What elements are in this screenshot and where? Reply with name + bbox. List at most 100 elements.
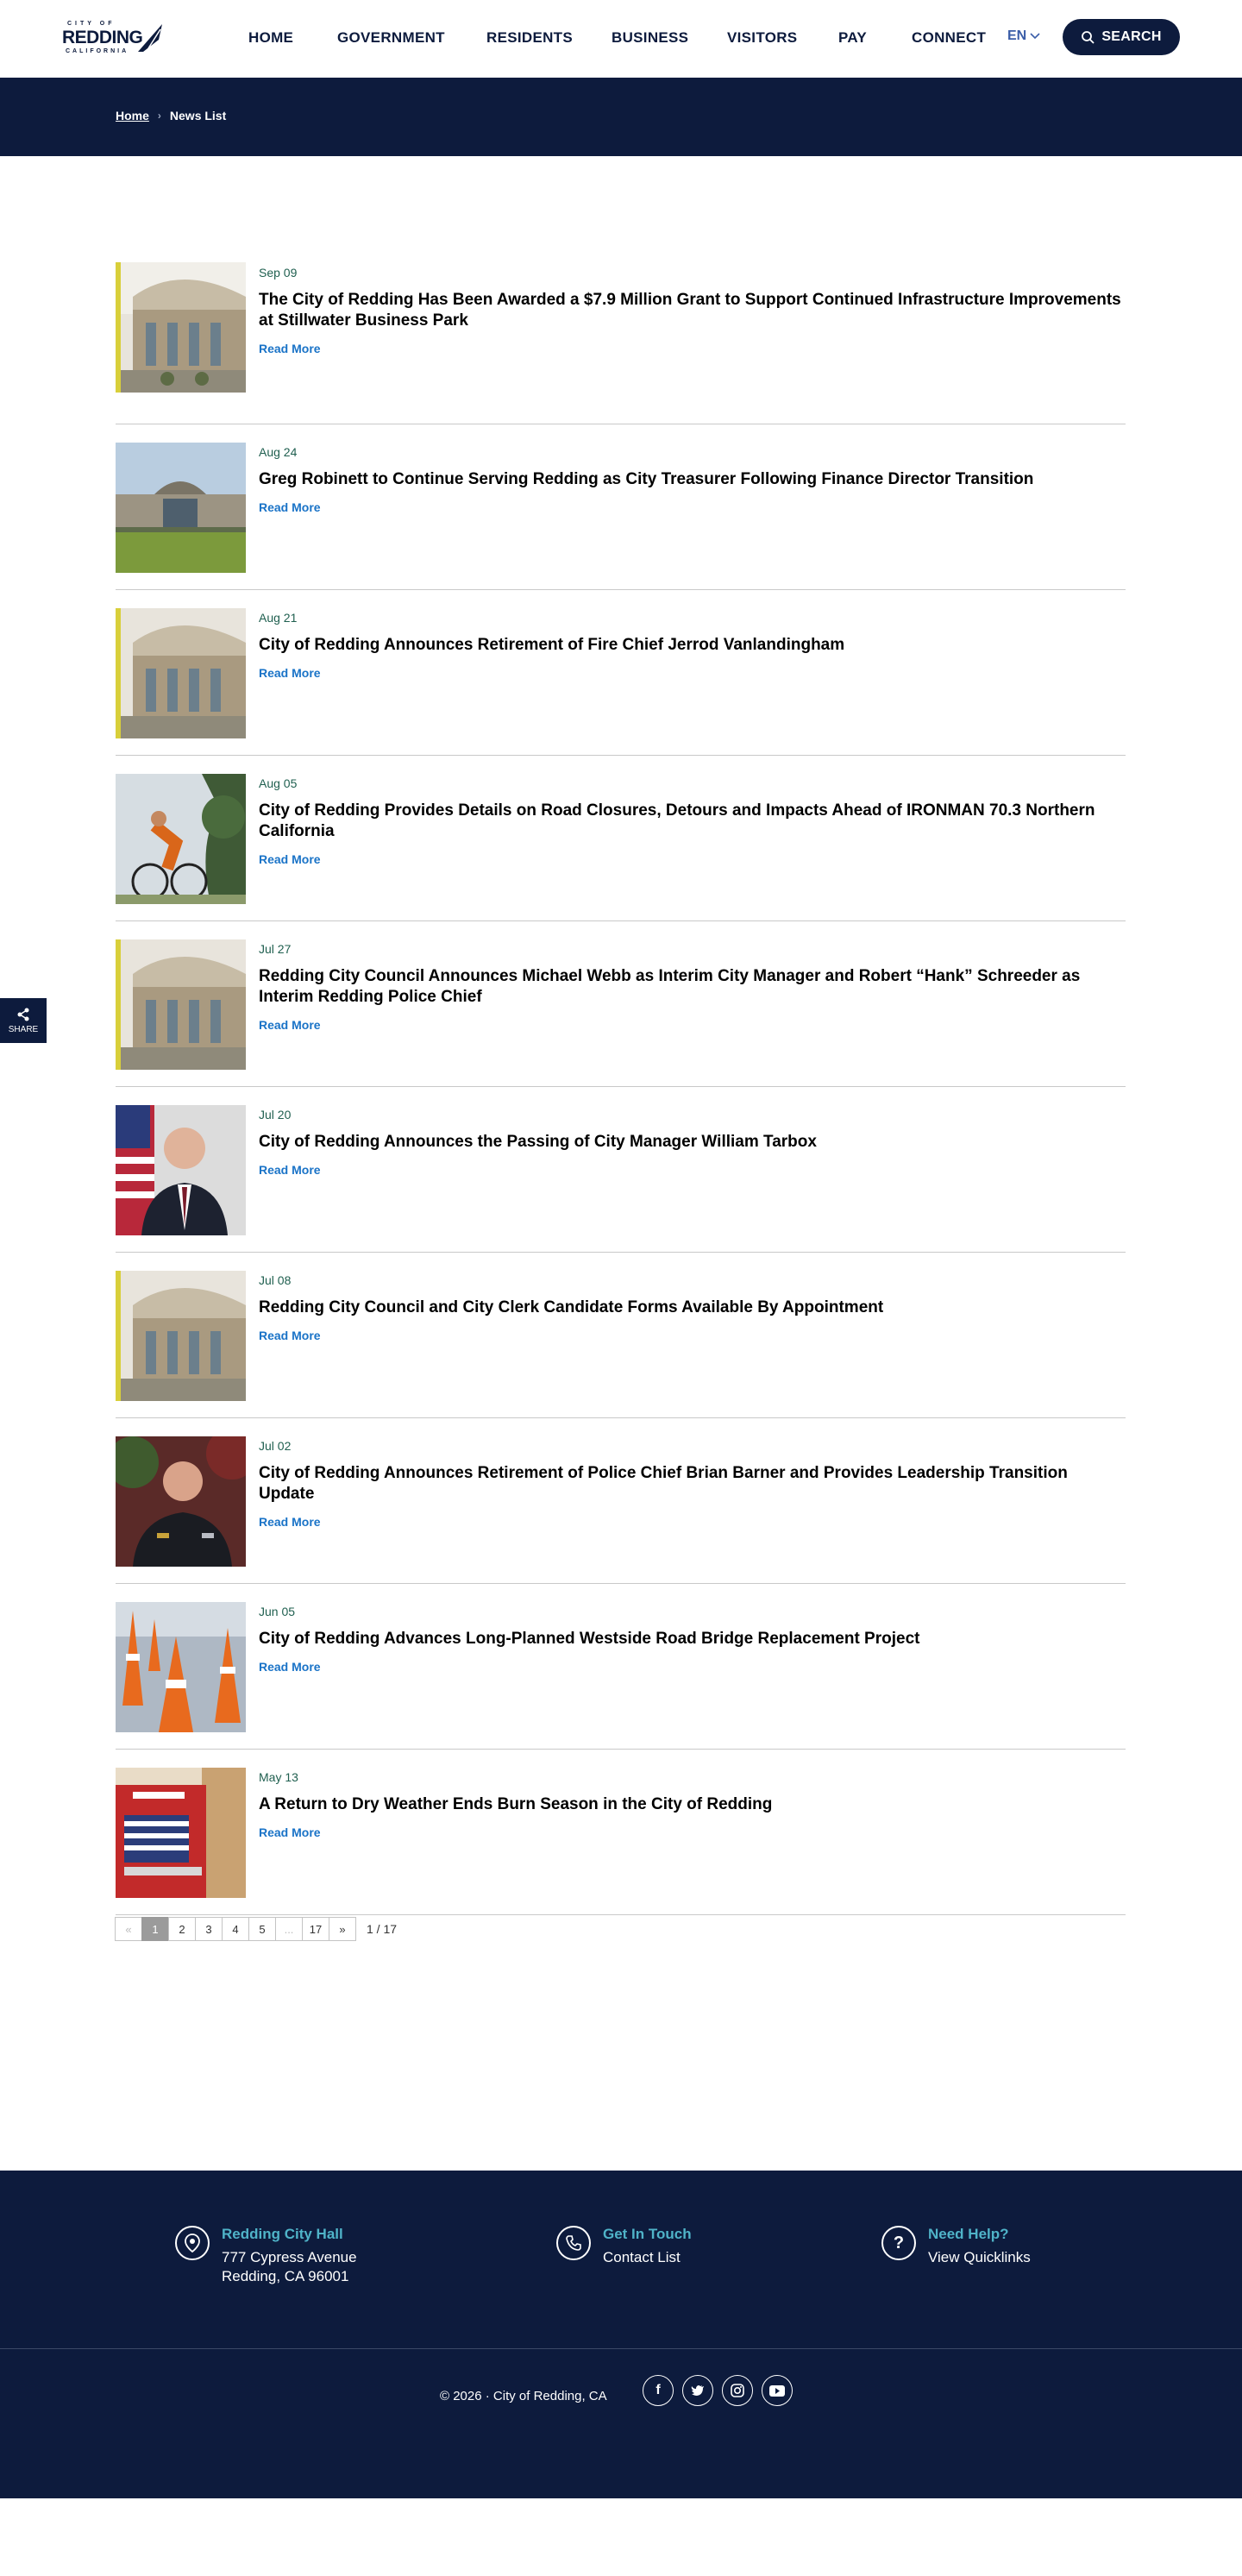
news-title[interactable]: Greg Robinett to Continue Serving Reddin… <box>259 469 1121 490</box>
nav-business[interactable]: BUSINESS <box>612 29 688 47</box>
breadcrumb-band: Home › News List <box>0 78 1242 156</box>
read-more-link[interactable]: Read More <box>259 1163 321 1177</box>
breadcrumb: Home › News List <box>116 109 226 123</box>
nav-home[interactable]: HOME <box>248 29 293 47</box>
share-button[interactable]: SHARE <box>0 998 47 1043</box>
city-hall-photo <box>116 608 246 738</box>
language-selector[interactable]: EN <box>1007 28 1040 44</box>
read-more-link[interactable]: Read More <box>259 1515 321 1529</box>
breadcrumb-home-link[interactable]: Home <box>116 109 149 123</box>
news-title[interactable]: City of Redding Provides Details on Road… <box>259 801 1121 842</box>
city-logo[interactable]: CITY OF REDDING CALIFORNIA <box>62 21 166 55</box>
news-thumbnail[interactable] <box>116 1602 246 1732</box>
logo-swoosh-icon <box>138 24 162 52</box>
read-more-link[interactable]: Read More <box>259 1825 321 1839</box>
news-thumbnail[interactable] <box>116 1105 246 1235</box>
news-title[interactable]: City of Redding Advances Long-Planned We… <box>259 1629 1121 1649</box>
footer-divider <box>0 2348 1242 2349</box>
news-date: Aug 21 <box>259 611 298 625</box>
location-pin-icon <box>175 2226 210 2260</box>
news-title[interactable]: The City of Redding Has Been Awarded a $… <box>259 290 1121 331</box>
news-thumbnail[interactable] <box>116 1436 246 1567</box>
news-title[interactable]: City of Redding Announces Retirement of … <box>259 635 1121 656</box>
pagination-count: 1 / 17 <box>367 1922 398 1936</box>
news-date: Aug 05 <box>259 776 298 790</box>
news-title[interactable]: City of Redding Announces the Passing of… <box>259 1132 1121 1153</box>
site-header: CITY OF REDDING CALIFORNIA HOME GOVERNME… <box>0 0 1242 78</box>
city-hall-front-photo <box>116 443 246 573</box>
news-item: Sep 09 The City of Redding Has Been Awar… <box>116 259 1126 424</box>
pagination-prev-button[interactable]: « <box>115 1917 142 1941</box>
nav-pay[interactable]: PAY <box>838 29 867 47</box>
footer-address-line2: Redding, CA 96001 <box>222 2268 349 2284</box>
read-more-link[interactable]: Read More <box>259 852 321 866</box>
nav-connect[interactable]: CONNECT <box>912 29 986 47</box>
read-more-link[interactable]: Read More <box>259 1329 321 1342</box>
footer-contact: Get In Touch Contact List <box>556 2226 692 2267</box>
news-item: Aug 24 Greg Robinett to Continue Serving… <box>116 424 1126 590</box>
search-button-label: SEARCH <box>1101 29 1162 44</box>
footer-help: ? Need Help? View Quicklinks <box>881 2226 1031 2267</box>
read-more-link[interactable]: Read More <box>259 342 321 355</box>
logo-main-text: REDDING <box>62 28 143 47</box>
news-thumbnail[interactable] <box>116 1768 246 1898</box>
pagination-page-4[interactable]: 4 <box>222 1917 249 1941</box>
chevron-down-icon <box>1030 33 1040 40</box>
twitter-icon[interactable] <box>682 2375 713 2406</box>
footer-address-line1: 777 Cypress Avenue <box>222 2249 357 2265</box>
facebook-icon[interactable]: f <box>643 2375 674 2406</box>
portrait-photo <box>116 1105 246 1235</box>
pagination-page-17[interactable]: 17 <box>302 1917 329 1941</box>
footer-help-heading[interactable]: Need Help? <box>928 2226 1031 2243</box>
news-thumbnail[interactable] <box>116 443 246 573</box>
news-item: Jul 08 Redding City Council and City Cle… <box>116 1253 1126 1418</box>
news-item: May 13 A Return to Dry Weather Ends Burn… <box>116 1750 1126 1915</box>
pagination-page-2[interactable]: 2 <box>168 1917 196 1941</box>
pagination-ellipsis: ... <box>275 1917 303 1941</box>
news-thumbnail[interactable] <box>116 939 246 1070</box>
news-item: Aug 21 City of Redding Announces Retirem… <box>116 590 1126 756</box>
read-more-link[interactable]: Read More <box>259 500 321 514</box>
nav-visitors[interactable]: VISITORS <box>727 29 797 47</box>
pagination: « 1 2 3 4 5 ... 17 » 1 / 17 <box>115 1917 398 1941</box>
search-icon <box>1082 31 1095 44</box>
city-hall-photo <box>116 939 246 1070</box>
news-date: Jun 05 <box>259 1605 296 1618</box>
news-list: Sep 09 The City of Redding Has Been Awar… <box>116 259 1126 1915</box>
news-thumbnail[interactable] <box>116 262 246 393</box>
footer-city-hall-heading[interactable]: Redding City Hall <box>222 2226 357 2243</box>
news-title[interactable]: City of Redding Announces Retirement of … <box>259 1463 1121 1505</box>
footer-contact-link[interactable]: Contact List <box>603 2248 692 2267</box>
youtube-icon[interactable] <box>762 2375 793 2406</box>
news-item: Aug 05 City of Redding Provides Details … <box>116 756 1126 921</box>
footer-city-hall: Redding City Hall 777 Cypress Avenue Red… <box>175 2226 357 2286</box>
pagination-page-3[interactable]: 3 <box>195 1917 223 1941</box>
read-more-link[interactable]: Read More <box>259 666 321 680</box>
news-date: Jul 27 <box>259 942 292 956</box>
news-thumbnail[interactable] <box>116 608 246 738</box>
pagination-page-5[interactable]: 5 <box>248 1917 276 1941</box>
read-more-link[interactable]: Read More <box>259 1018 321 1032</box>
news-title[interactable]: Redding City Council and City Clerk Cand… <box>259 1297 1121 1318</box>
news-date: Jul 08 <box>259 1273 292 1287</box>
search-button[interactable]: SEARCH <box>1063 19 1180 55</box>
share-icon <box>17 1008 29 1021</box>
news-title[interactable]: A Return to Dry Weather Ends Burn Season… <box>259 1794 1121 1815</box>
share-label: SHARE <box>8 1024 39 1034</box>
read-more-link[interactable]: Read More <box>259 1660 321 1674</box>
pagination-page-1[interactable]: 1 <box>141 1917 169 1941</box>
nav-government[interactable]: GOVERNMENT <box>337 29 445 47</box>
footer-quicklinks-link[interactable]: View Quicklinks <box>928 2248 1031 2267</box>
nav-residents[interactable]: RESIDENTS <box>486 29 573 47</box>
news-date: Jul 20 <box>259 1108 292 1122</box>
news-thumbnail[interactable] <box>116 774 246 904</box>
city-hall-photo <box>116 1271 246 1401</box>
news-date: May 13 <box>259 1770 298 1784</box>
instagram-icon[interactable] <box>722 2375 753 2406</box>
news-thumbnail[interactable] <box>116 1271 246 1401</box>
news-date: Sep 09 <box>259 266 298 280</box>
pagination-next-button[interactable]: » <box>329 1917 356 1941</box>
news-title[interactable]: Redding City Council Announces Michael W… <box>259 966 1121 1008</box>
news-item: Jul 20 City of Redding Announces the Pas… <box>116 1087 1126 1253</box>
footer-contact-heading[interactable]: Get In Touch <box>603 2226 692 2243</box>
